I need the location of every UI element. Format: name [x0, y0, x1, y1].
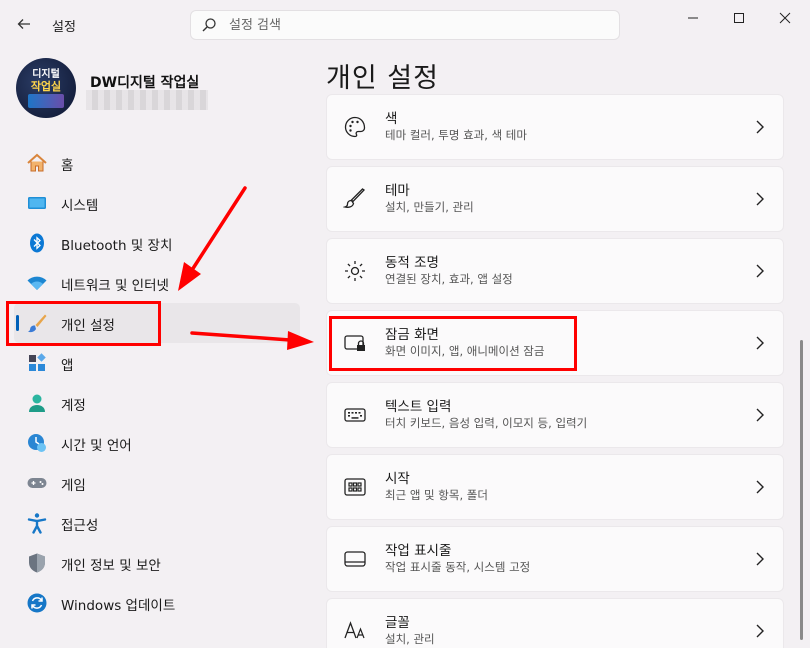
profile-email-blurred — [86, 90, 208, 110]
time-language-icon — [28, 434, 46, 452]
sidebar-item-accounts[interactable]: 계정 — [14, 383, 300, 423]
sidebar-item-home[interactable]: 홈 — [14, 143, 300, 183]
gamepad-icon — [27, 478, 47, 488]
card-subtitle: 설치, 만들기, 관리 — [385, 200, 474, 214]
home-icon — [27, 153, 47, 172]
card-subtitle: 작업 표시줄 동작, 시스템 고정 — [385, 560, 531, 574]
apps-icon — [29, 353, 46, 371]
chevron-right-icon — [756, 192, 764, 206]
card-title: 색 — [385, 111, 398, 127]
sidebar-nav: 홈 시스템 Bluetooth 및 장치 네트워크 및 인터넷 개인 설정 앱 … — [14, 143, 300, 623]
sidebar-item-label: 시스템 — [61, 198, 99, 214]
sidebar-item-apps[interactable]: 앱 — [14, 343, 300, 383]
sidebar-item-label: 홈 — [61, 158, 74, 174]
maximize-icon — [734, 13, 744, 23]
chevron-right-icon — [756, 480, 764, 494]
sidebar-item-label: 앱 — [61, 358, 74, 374]
card-themes[interactable]: 테마 설치, 만들기, 관리 — [326, 166, 784, 232]
back-button[interactable] — [10, 12, 38, 36]
card-start[interactable]: 시작 최근 앱 및 항목, 폴더 — [326, 454, 784, 520]
taskbar-icon — [344, 551, 366, 567]
avatar: 디지털 작업실 — [16, 58, 76, 118]
sidebar-item-label: 네트워크 및 인터넷 — [61, 278, 169, 294]
sidebar-item-label: Bluetooth 및 장치 — [61, 238, 173, 254]
card-title: 작업 표시줄 — [385, 543, 452, 559]
sidebar-item-label: 시간 및 언어 — [61, 438, 132, 454]
card-subtitle: 설치, 관리 — [385, 632, 435, 646]
keyboard-icon — [344, 408, 366, 422]
chevron-right-icon — [756, 552, 764, 566]
account-icon — [29, 394, 45, 412]
chevron-right-icon — [756, 264, 764, 278]
card-colors[interactable]: 색 테마 컬러, 투명 효과, 색 테마 — [326, 94, 784, 160]
sidebar-item-label: 접근성 — [61, 518, 99, 534]
user-profile[interactable]: 디지털 작업실 DW디지털 작업실 — [16, 58, 306, 120]
minimize-button[interactable] — [670, 4, 716, 32]
back-arrow-icon — [17, 19, 30, 29]
accessibility-icon — [27, 513, 47, 534]
minimize-icon — [688, 17, 698, 19]
sidebar-item-time-language[interactable]: 시간 및 언어 — [14, 423, 300, 463]
card-subtitle: 연결된 장치, 효과, 앱 설정 — [385, 272, 513, 286]
shield-icon — [29, 553, 45, 573]
start-icon — [344, 478, 366, 496]
fonts-icon — [344, 621, 365, 639]
page-title: 개인 설정 — [326, 63, 439, 94]
sidebar-item-network[interactable]: 네트워크 및 인터넷 — [14, 263, 300, 303]
card-title: 텍스트 입력 — [385, 399, 452, 415]
card-dynamic-lighting[interactable]: 동적 조명 연결된 장치, 효과, 앱 설정 — [326, 238, 784, 304]
search-icon — [202, 18, 216, 32]
palette-icon — [344, 116, 366, 138]
card-text-input[interactable]: 텍스트 입력 터치 키보드, 음성 입력, 이모지 등, 입력기 — [326, 382, 784, 448]
card-subtitle: 최근 앱 및 항목, 폴더 — [385, 488, 488, 502]
chevron-right-icon — [756, 624, 764, 638]
maximize-button[interactable] — [716, 4, 762, 32]
card-subtitle: 테마 컬러, 투명 효과, 색 테마 — [385, 128, 527, 142]
main-scrollbar[interactable] — [800, 340, 803, 640]
sidebar-item-label: 개인 정보 및 보안 — [61, 558, 161, 574]
sidebar-item-system[interactable]: 시스템 — [14, 183, 300, 223]
card-title: 테마 — [385, 183, 410, 199]
card-title: 동적 조명 — [385, 255, 439, 271]
chevron-right-icon — [756, 120, 764, 134]
dynamic-lighting-icon — [345, 261, 365, 281]
annotation-box-lock-screen — [329, 316, 577, 371]
close-icon — [779, 12, 791, 24]
brush-icon — [343, 188, 366, 208]
avatar-text-bottom: 작업실 — [30, 80, 62, 93]
search-box[interactable] — [190, 10, 620, 40]
avatar-graphic — [28, 94, 64, 108]
sidebar-item-label: 게임 — [61, 478, 86, 494]
app-title: 설정 — [52, 20, 76, 35]
chevron-right-icon — [756, 408, 764, 422]
bluetooth-icon — [30, 233, 44, 253]
chevron-right-icon — [756, 336, 764, 350]
sidebar-item-bluetooth[interactable]: Bluetooth 및 장치 — [14, 223, 300, 263]
sidebar-item-windows-update[interactable]: Windows 업데이트 — [14, 583, 300, 623]
sidebar-item-gaming[interactable]: 게임 — [14, 463, 300, 503]
card-taskbar[interactable]: 작업 표시줄 작업 표시줄 동작, 시스템 고정 — [326, 526, 784, 592]
search-input[interactable] — [229, 16, 609, 34]
sidebar-item-privacy[interactable]: 개인 정보 및 보안 — [14, 543, 300, 583]
wifi-icon — [27, 276, 47, 290]
card-title: 시작 — [385, 471, 410, 487]
sidebar-item-accessibility[interactable]: 접근성 — [14, 503, 300, 543]
title-bar: 설정 — [0, 0, 810, 48]
annotation-box-sidebar — [6, 301, 161, 346]
card-title: 글꼴 — [385, 615, 410, 631]
sidebar-item-label: Windows 업데이트 — [61, 598, 176, 614]
update-icon — [27, 593, 47, 613]
profile-name: DW디지털 작업실 — [90, 75, 200, 91]
sidebar-item-label: 계정 — [61, 398, 86, 414]
card-subtitle: 터치 키보드, 음성 입력, 이모지 등, 입력기 — [385, 416, 588, 430]
system-icon — [28, 197, 46, 209]
card-fonts[interactable]: 글꼴 설치, 관리 — [326, 598, 784, 648]
close-button[interactable] — [762, 4, 808, 32]
